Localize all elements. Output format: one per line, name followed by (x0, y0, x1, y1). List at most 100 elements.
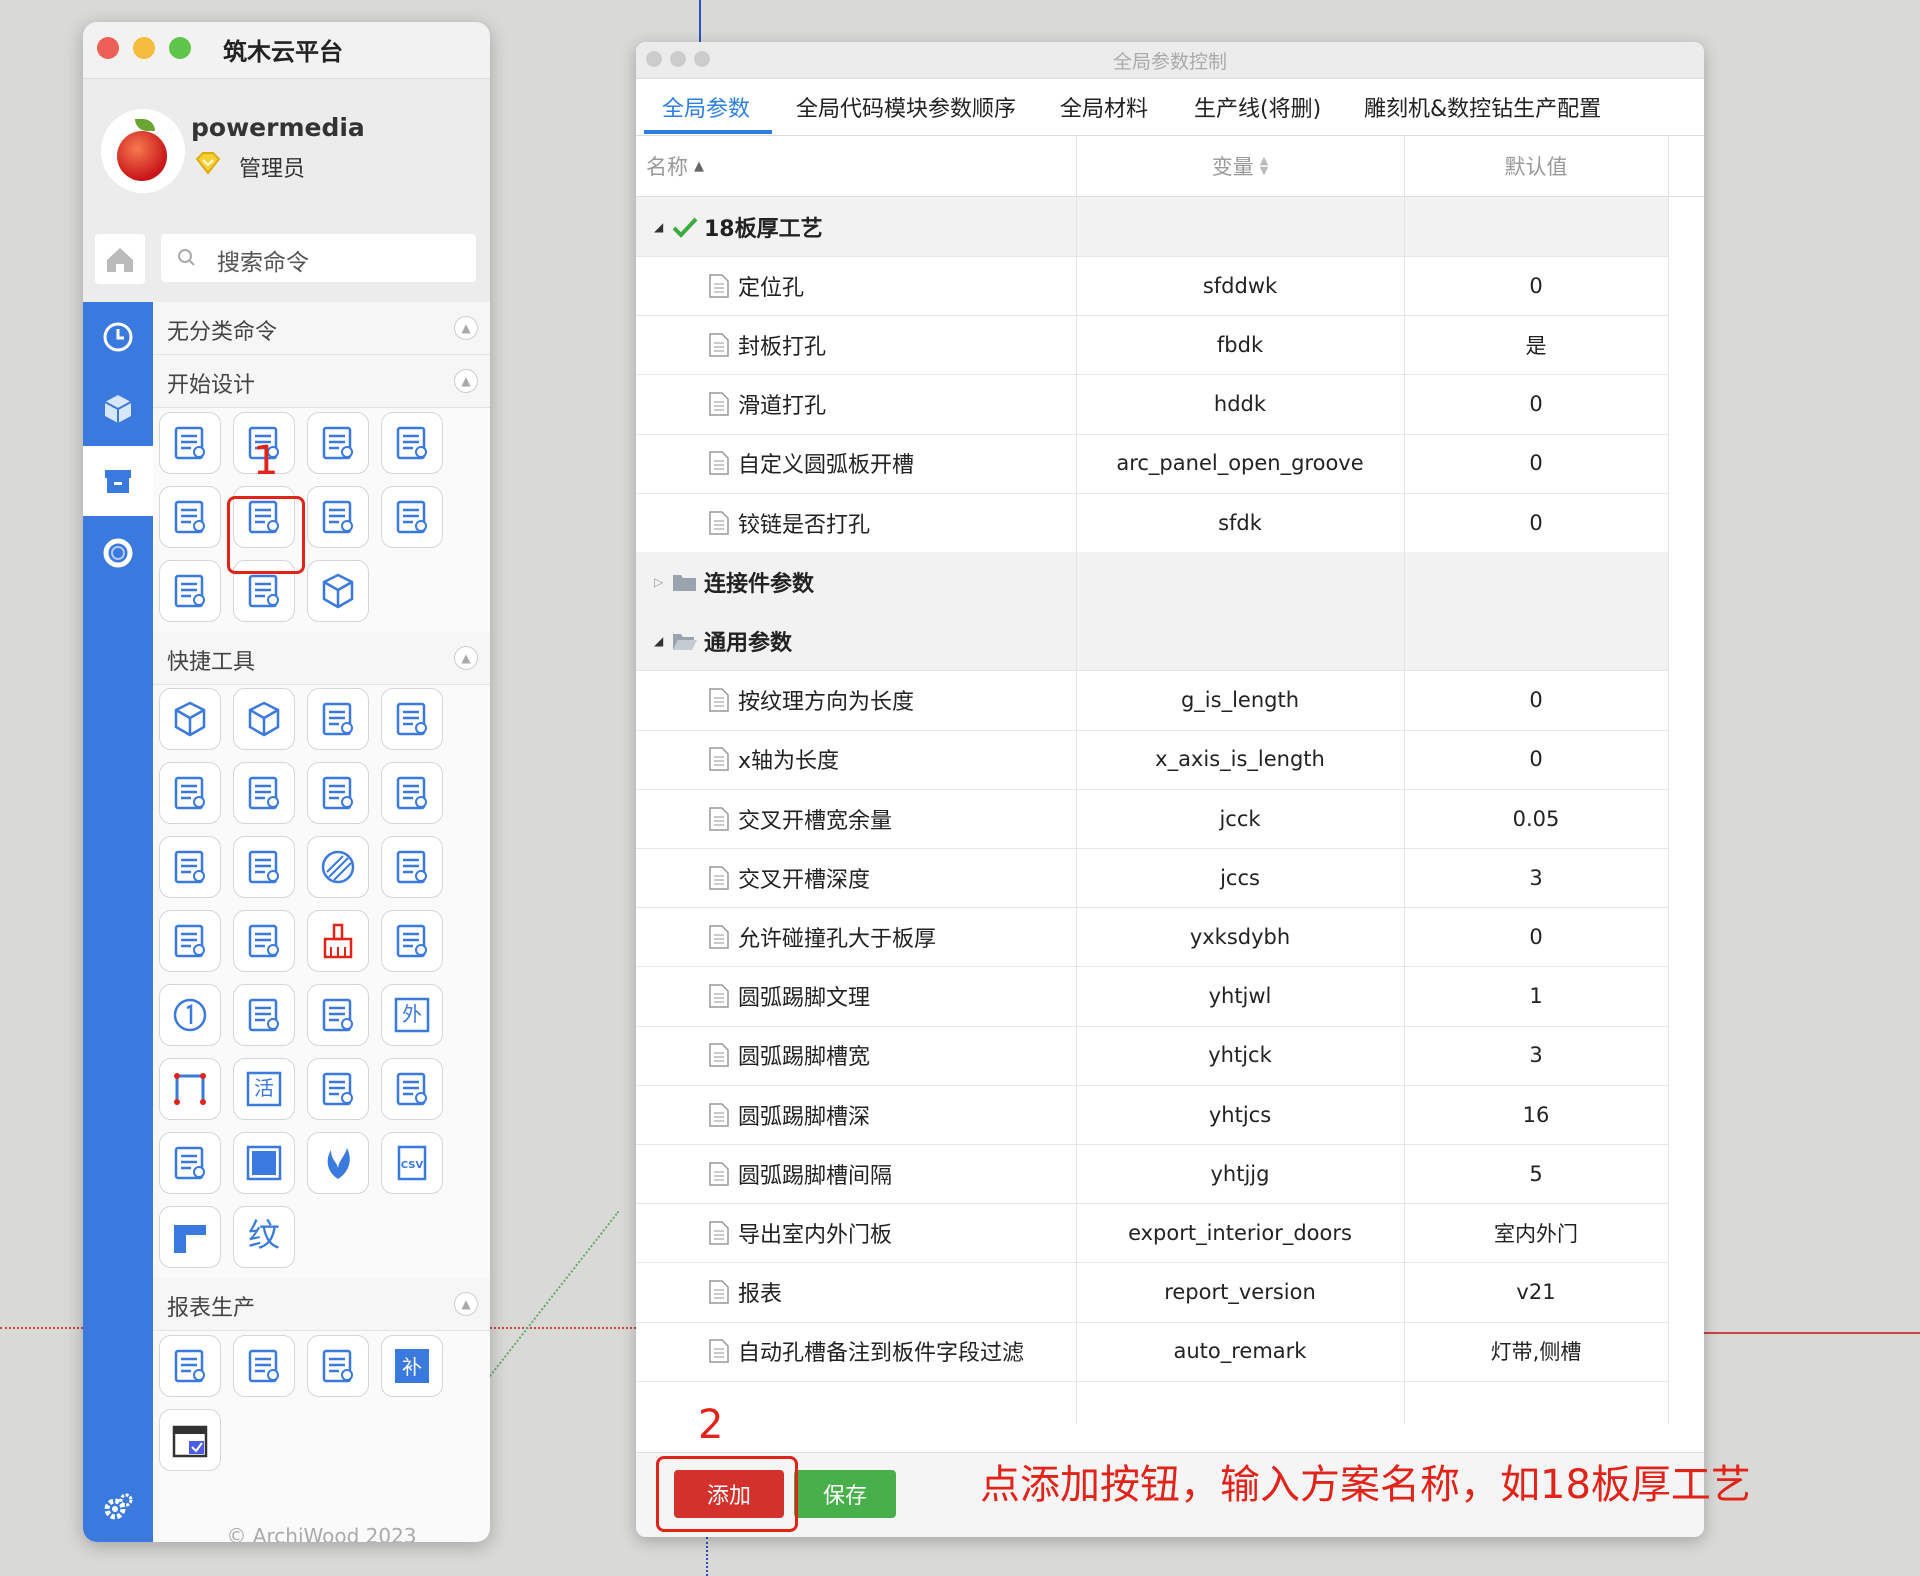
tool-tile-list-edit[interactable] (381, 1058, 443, 1120)
sidebar-item-model[interactable] (83, 374, 153, 444)
tool-tile-cabinet[interactable] (159, 762, 221, 824)
section-report[interactable]: 报表生产 ▲ (153, 1278, 490, 1331)
tool-tile-hand-edit[interactable] (233, 910, 295, 972)
table-row[interactable]: 圆弧踢脚文理 yhtjwl 1 (636, 967, 1668, 1027)
collapsed-arrow-icon[interactable]: ▷ (654, 575, 672, 589)
expanded-arrow-icon[interactable]: ◢ (654, 220, 672, 234)
copyright: © ArchiWood 2023 (226, 1524, 417, 1542)
table-group-row[interactable]: ◢ 18板厚工艺 (636, 197, 1668, 257)
tool-tile-wai-char[interactable]: 外 (381, 984, 443, 1046)
tab-production-line[interactable]: 生产线(将删) (1194, 91, 1321, 123)
tool-tile-angle-block[interactable] (159, 1206, 221, 1268)
tool-tile-quote-doc[interactable] (307, 486, 369, 548)
tool-tile-door-arrow[interactable] (159, 910, 221, 972)
global-params-dialog: 全局参数控制 全局参数 全局代码模块参数顺序 全局材料 生产线(将删) 雕刻机&… (636, 42, 1704, 1537)
table-row[interactable]: 圆弧踢脚槽宽 yhtjck 3 (636, 1026, 1668, 1086)
minimize-window-button[interactable] (133, 37, 155, 59)
table-row[interactable]: 自定义圆弧板开槽 arc_panel_open_groove 0 (636, 434, 1668, 494)
tool-tile-report-search[interactable] (159, 1335, 221, 1397)
chevron-up-icon[interactable]: ▲ (454, 316, 478, 340)
tool-tile-dashed-edit[interactable] (233, 762, 295, 824)
row-name-cell: 报表 (708, 1263, 782, 1322)
table-row[interactable]: 圆弧踢脚槽深 yhtjcs 16 (636, 1085, 1668, 1145)
tool-tile-pencil[interactable] (381, 836, 443, 898)
document-icon (708, 1279, 738, 1305)
sidebar-item-tools[interactable] (83, 446, 153, 516)
table-row[interactable]: 封板打孔 fbdk 是 (636, 315, 1668, 376)
table-group-row[interactable]: ▷ 连接件参数 (636, 552, 1668, 613)
tool-tile-param-list[interactable] (159, 412, 221, 474)
sidebar-item-recent[interactable] (83, 302, 153, 372)
document-icon (708, 687, 738, 713)
tool-tile-brush[interactable] (307, 910, 369, 972)
tool-tile-doc-cube[interactable] (307, 1058, 369, 1120)
save-button[interactable]: 保存 (794, 1470, 896, 1518)
tool-tile-circle-one[interactable] (159, 984, 221, 1046)
table-row[interactable]: 导出室内外门板 export_interior_doors 室内外门 (636, 1203, 1668, 1264)
section-start-design[interactable]: 开始设计 ▲ (153, 355, 490, 408)
tool-tile-arc-panel[interactable] (159, 560, 221, 622)
tool-tile-tools[interactable] (233, 836, 295, 898)
sidebar-item-settings[interactable] (83, 1472, 153, 1542)
table-row[interactable]: 圆弧踢脚槽间隔 yhtjjg 5 (636, 1144, 1668, 1205)
table-row[interactable]: 按纹理方向为长度 g_is_length 0 (636, 671, 1668, 731)
tool-tile-frame[interactable] (381, 762, 443, 824)
section-uncategorized[interactable]: 无分类命令 ▲ (153, 302, 490, 355)
tab-cnc-config[interactable]: 雕刻机&数控钻生产配置 (1364, 91, 1601, 123)
search-input[interactable]: 搜索命令 (161, 234, 476, 282)
column-default[interactable]: 默认值 (1405, 136, 1667, 196)
table-group-row[interactable]: ◢ 通用参数 (636, 611, 1668, 672)
tool-tile-wen-char[interactable]: 纹 (233, 1206, 295, 1268)
tab-module-order[interactable]: 全局代码模块参数顺序 (796, 91, 1016, 123)
table-row[interactable]: 交叉开槽深度 jccs 3 (636, 848, 1668, 909)
close-window-button[interactable] (97, 37, 119, 59)
chevron-up-icon[interactable]: ▲ (454, 369, 478, 393)
tool-tile-report-edit[interactable] (307, 1335, 369, 1397)
tool-tile-cube-3d[interactable] (159, 688, 221, 750)
tool-tile-panel-eye[interactable] (381, 688, 443, 750)
table-row[interactable]: 交叉开槽宽余量 jcck 0.05 (636, 789, 1668, 849)
tool-tile-rotate-cube[interactable] (233, 688, 295, 750)
tool-tile-panel-gear[interactable] (307, 688, 369, 750)
tool-tile-copy-edit[interactable] (159, 486, 221, 548)
sidebar-item-cloud[interactable] (83, 518, 153, 588)
table-row[interactable]: x轴为长度 x_axis_is_length 0 (636, 730, 1668, 790)
table-row[interactable]: 自动孔槽备注到板件字段过滤 auto_remark 灯带,侧槽 (636, 1322, 1668, 1382)
chevron-up-icon[interactable]: ▲ (454, 646, 478, 670)
tool-tile-measure[interactable] (159, 836, 221, 898)
tool-tile-huo-char[interactable]: 活 (233, 1058, 295, 1120)
tool-tile-split-panel[interactable] (307, 984, 369, 1046)
table-row[interactable]: 允许碰撞孔大于板厚 yxksdybh 0 (636, 907, 1668, 968)
tool-tile-cube-outline[interactable] (307, 560, 369, 622)
table-row[interactable]: 滑道打孔 hddk 0 (636, 375, 1668, 435)
row-name: 交叉开槽宽余量 (738, 808, 893, 834)
chevron-up-icon[interactable]: ▲ (454, 1292, 478, 1316)
tool-tile-report-gear[interactable] (233, 1335, 295, 1397)
zoom-window-button[interactable] (169, 37, 191, 59)
avatar[interactable] (101, 109, 185, 193)
tool-tile-tree[interactable] (381, 486, 443, 548)
tool-tile-square-edit[interactable] (233, 984, 295, 1046)
tool-tile-panel-edit[interactable] (381, 412, 443, 474)
tool-tile-trash-doc[interactable] (381, 910, 443, 972)
table-row[interactable]: 铰链是否打孔 sfdk 0 (636, 493, 1668, 553)
tool-tile-solid-square[interactable] (233, 1132, 295, 1194)
tool-tile-hatch[interactable] (307, 836, 369, 898)
tool-tile-export[interactable] (159, 1132, 221, 1194)
tab-materials[interactable]: 全局材料 (1060, 91, 1148, 123)
tool-tile-red-corner[interactable] (159, 1058, 221, 1120)
column-variable[interactable]: 变量 ▲ ▼ (1076, 136, 1404, 196)
home-button[interactable] (95, 234, 145, 284)
tab-global-params[interactable]: 全局参数 (662, 91, 750, 123)
table-row[interactable]: 报表 report_version v21 (636, 1263, 1668, 1323)
column-name[interactable]: 名称 ▲ (646, 136, 704, 196)
tool-tile-bu-char[interactable]: 补 (381, 1335, 443, 1397)
table-row[interactable]: 定位孔 sfddwk 0 (636, 256, 1668, 317)
tool-tile-flame[interactable] (307, 1132, 369, 1194)
tool-tile-layout[interactable] (307, 412, 369, 474)
expanded-arrow-icon[interactable]: ◢ (654, 634, 672, 648)
tool-tile-csv[interactable]: CSV (381, 1132, 443, 1194)
tool-tile-calendar-check[interactable] (159, 1409, 221, 1471)
tool-tile-corner[interactable] (307, 762, 369, 824)
section-quick-tools[interactable]: 快捷工具 ▲ (153, 632, 490, 685)
